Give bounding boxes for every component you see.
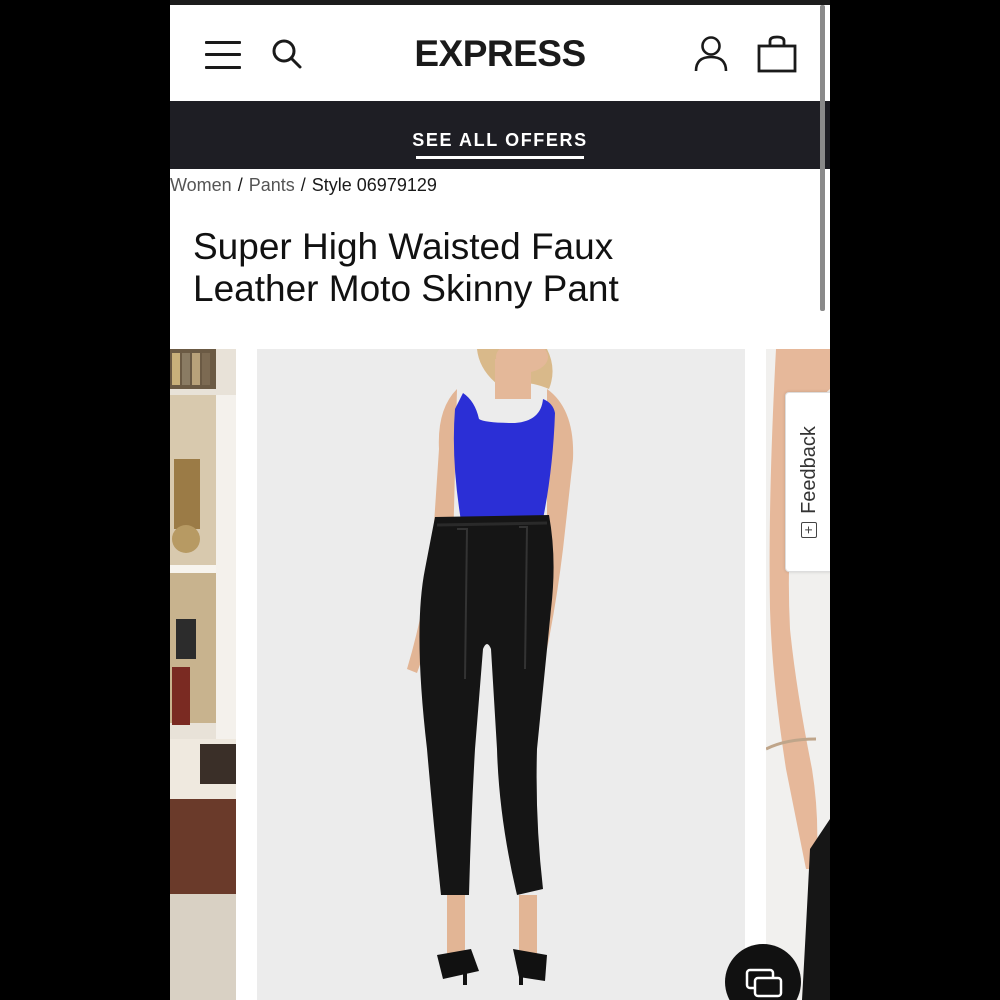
main-product-image[interactable] (257, 349, 745, 1000)
bag-icon[interactable] (756, 35, 798, 73)
feedback-tab-content: + Feedback (786, 393, 830, 571)
breadcrumb-separator: / (237, 175, 243, 195)
product-image-carousel[interactable] (170, 349, 830, 1000)
account-icon[interactable] (694, 35, 728, 73)
breadcrumb-separator: / (300, 175, 306, 195)
product-title-line-1: Super High Waisted Faux (193, 226, 614, 267)
page-scrollbar[interactable] (820, 5, 825, 311)
breadcrumb-current: Style 06979129 (311, 175, 437, 195)
product-title: Super High Waisted Faux Leather Moto Ski… (193, 226, 753, 310)
feedback-plus-icon: + (800, 521, 817, 538)
product-title-line-2: Leather Moto Skinny Pant (193, 268, 619, 309)
feedback-tab[interactable]: + Feedback (785, 392, 830, 572)
offers-underline (416, 156, 584, 159)
breadcrumb: Women / Pants / Style 06979129 (170, 175, 437, 196)
breadcrumb-link-women[interactable]: Women (170, 175, 232, 195)
previous-product-image[interactable] (170, 349, 236, 1000)
chat-button[interactable] (725, 944, 801, 1000)
site-header: EXPRESS (170, 5, 830, 100)
chat-bubble-icon (745, 968, 783, 998)
breadcrumb-link-pants[interactable]: Pants (249, 175, 295, 195)
feedback-label: Feedback (797, 426, 820, 514)
see-all-offers-link[interactable]: SEE ALL OFFERS (170, 130, 830, 151)
product-page: EXPRESS SEE ALL OFFERS Women / Pants / Style… (170, 0, 830, 1000)
see-all-offers-banner[interactable]: SEE ALL OFFERS (170, 101, 830, 169)
brand-logo[interactable]: EXPRESS (170, 33, 830, 75)
